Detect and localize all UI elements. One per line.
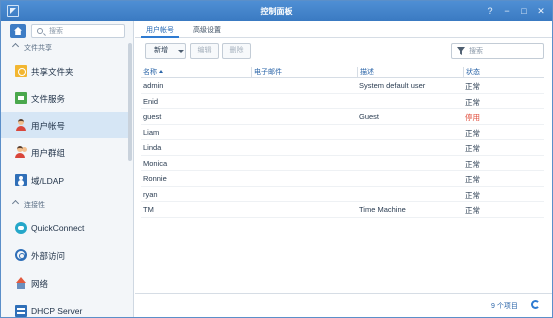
cell-name: Ronnie <box>143 174 167 183</box>
cell-name: ryan <box>143 189 158 199</box>
item-count: 9 个项目 <box>491 303 518 310</box>
filter-icon <box>457 47 465 55</box>
table-row[interactable]: Enid 正常 <box>141 94 544 109</box>
cell-status: 正常 <box>465 159 480 169</box>
sidebar-item-shared-folder[interactable]: 共享文件夹 <box>1 58 128 84</box>
edit-button[interactable]: 编辑 <box>190 43 219 59</box>
refresh-icon[interactable] <box>531 300 540 309</box>
cell-description: Guest <box>359 112 380 121</box>
table-row[interactable]: Monica 正常 <box>141 156 544 171</box>
column-description[interactable]: 描述 <box>357 67 463 77</box>
table-header: 名称 电子邮件 描述 状态 <box>141 66 544 78</box>
table-row[interactable]: Liam 正常 <box>141 125 544 140</box>
help-icon[interactable]: ? <box>483 4 497 18</box>
sidebar-item-user-accounts[interactable]: 用户帐号 <box>1 112 128 138</box>
external-access-icon <box>15 249 27 261</box>
filter-input[interactable] <box>469 46 539 56</box>
cell-name: Enid <box>143 96 159 106</box>
create-button[interactable]: 新增 <box>145 43 177 59</box>
tab-user-accounts[interactable]: 用户帐号 <box>141 21 179 38</box>
toolbar: 新增 编辑 删除 <box>135 41 552 61</box>
sidebar-search-input[interactable] <box>49 26 121 36</box>
user-icon <box>15 119 27 131</box>
cell-name: TM <box>143 205 154 214</box>
home-button[interactable] <box>10 24 26 38</box>
cell-name: Linda <box>143 143 162 152</box>
cell-status: 正常 <box>465 97 480 107</box>
tab-advanced-settings[interactable]: 高级设置 <box>187 21 227 38</box>
shared-folder-icon <box>15 65 27 77</box>
table-row[interactable]: guest Guest 停用 <box>141 109 544 125</box>
cell-status: 正常 <box>465 206 480 215</box>
cell-status: 正常 <box>465 144 480 153</box>
cell-description: Time Machine <box>359 205 406 214</box>
cell-status: 正常 <box>465 128 480 138</box>
column-name[interactable]: 名称 <box>141 67 251 77</box>
maximize-icon[interactable]: □ <box>517 4 531 18</box>
table-row[interactable]: TM Time Machine 正常 <box>141 202 544 218</box>
table-row[interactable]: admin System default user 正常 <box>141 78 544 94</box>
cell-name: admin <box>143 81 164 90</box>
control-panel-window: 控制面板 ? − □ ✕ 文件共享 共享文件夹 文件服务 用户帐号 <box>0 0 553 318</box>
tab-bar: 用户帐号 高级设置 <box>135 21 552 38</box>
minimize-icon[interactable]: − <box>500 4 514 18</box>
cell-name: guest <box>143 112 162 121</box>
domain-ldap-icon <box>15 174 27 186</box>
search-icon <box>37 28 43 34</box>
delete-button[interactable]: 删除 <box>222 43 251 59</box>
cell-name: Liam <box>143 127 160 137</box>
table-footer: 9 个项目 <box>135 293 552 317</box>
sidebar-item-external-access[interactable]: 外部访问 <box>1 242 128 268</box>
user-table: 名称 电子邮件 描述 状态 admin System default user 正常… <box>141 66 544 218</box>
cell-status: 正常 <box>465 190 480 200</box>
sidebar: 文件共享 共享文件夹 文件服务 用户帐号 用户群组 域/LDAP 连接性 Q <box>1 21 134 317</box>
sidebar-item-domain-ldap[interactable]: 域/LDAP <box>1 167 128 193</box>
table-row[interactable]: Linda 正常 <box>141 140 544 156</box>
cell-name: Monica <box>143 158 168 168</box>
sidebar-item-network[interactable]: 网络 <box>1 270 128 296</box>
table-row[interactable]: Ronnie 正常 <box>141 171 544 187</box>
file-services-icon <box>15 92 27 104</box>
sidebar-item-quickconnect[interactable]: QuickConnect <box>1 215 128 241</box>
sidebar-search[interactable] <box>31 24 125 38</box>
group-icon <box>15 146 27 158</box>
column-status[interactable]: 状态 <box>463 67 544 77</box>
section-file-sharing[interactable]: 文件共享 <box>1 42 128 54</box>
dhcp-server-icon <box>15 305 27 317</box>
create-dropdown-arrow-icon[interactable] <box>176 43 186 59</box>
cell-description: System default user <box>359 81 426 90</box>
cell-status: 停用 <box>465 113 480 122</box>
column-email[interactable]: 电子邮件 <box>251 67 357 77</box>
table-row[interactable]: ryan 正常 <box>141 187 544 202</box>
sort-ascending-icon <box>159 70 163 73</box>
close-icon[interactable]: ✕ <box>534 4 548 18</box>
sidebar-item-dhcp-server[interactable]: DHCP Server <box>1 298 128 317</box>
window-title: 控制面板 <box>260 7 293 16</box>
sidebar-item-file-services[interactable]: 文件服务 <box>1 85 128 111</box>
title-bar[interactable]: 控制面板 ? − □ ✕ <box>1 1 552 21</box>
sidebar-item-user-groups[interactable]: 用户群组 <box>1 139 128 165</box>
network-icon <box>15 277 27 289</box>
chevron-up-icon <box>11 199 20 208</box>
cell-status: 正常 <box>465 82 480 91</box>
quickconnect-icon <box>15 222 27 234</box>
sidebar-scrollbar[interactable] <box>128 43 132 161</box>
sidebar-header <box>1 21 133 40</box>
chevron-up-icon <box>11 42 20 51</box>
table-body: admin System default user 正常 Enid 正常 guest Gue… <box>141 78 544 218</box>
section-connectivity[interactable]: 连接性 <box>1 199 128 211</box>
main-panel: 用户帐号 高级设置 新增 编辑 删除 名称 电子邮件 描述 状态 admin Sy… <box>135 21 552 317</box>
filter-search[interactable] <box>451 43 544 59</box>
cell-status: 正常 <box>465 175 480 184</box>
